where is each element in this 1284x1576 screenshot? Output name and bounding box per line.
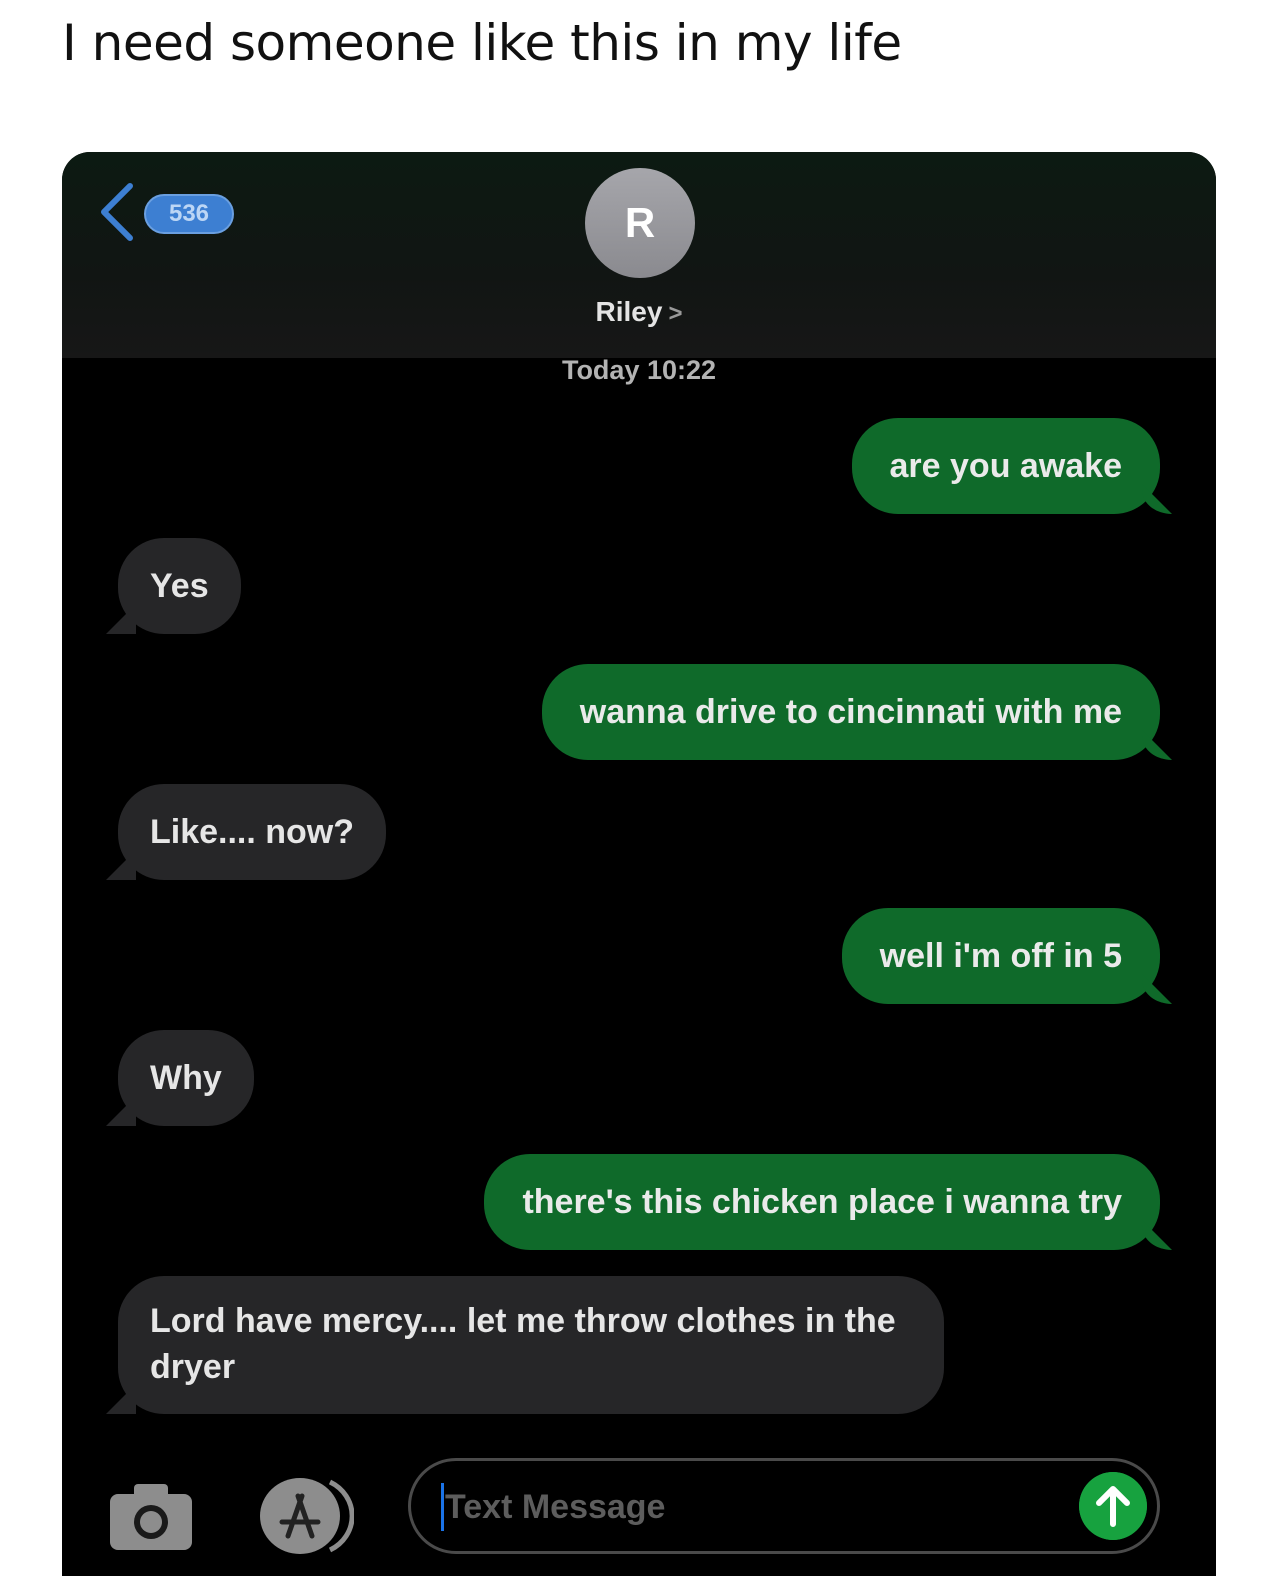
back-chevron-icon[interactable] [96,182,136,242]
received-message-bubble[interactable]: Lord have mercy.... let me throw clothes… [118,1276,944,1414]
text-cursor [441,1483,444,1531]
message-composer: Text Message [62,1448,1216,1576]
contact-name: Riley [595,296,663,327]
message-input-placeholder: Text Message [445,1488,666,1526]
chevron-right-icon: > [668,300,683,327]
conversation-header: 536 R Riley > [62,152,1216,358]
camera-icon[interactable] [108,1482,194,1552]
received-message-bubble[interactable]: Like.... now? [118,784,387,880]
app-store-icon[interactable] [258,1474,354,1558]
message-input[interactable]: Text Message [408,1458,1160,1554]
contact-name-button[interactable]: Riley > [62,296,1216,328]
sent-message-bubble[interactable]: well i'm off in 5 [841,908,1160,1004]
received-message-bubble[interactable]: Yes [118,538,241,634]
post-caption: I need someone like this in my life [62,14,902,72]
messages-screenshot: 536 R Riley > Today 10:22 are you awake Y… [62,152,1216,1576]
sent-message-bubble[interactable]: wanna drive to cincinnati with me [541,664,1160,760]
contact-avatar[interactable]: R [585,168,695,278]
conversation-timestamp: Today 10:22 [561,355,717,385]
sent-message-bubble[interactable]: are you awake [851,418,1160,514]
unread-count-badge[interactable]: 536 [144,194,234,234]
sent-message-bubble[interactable]: there's this chicken place i wanna try [484,1154,1160,1250]
send-arrow-icon[interactable] [1079,1472,1147,1540]
received-message-bubble[interactable]: Why [118,1030,254,1126]
